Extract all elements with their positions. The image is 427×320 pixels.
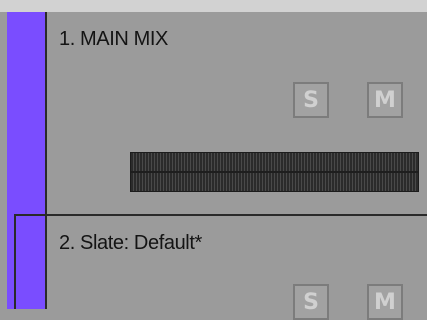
mute-button[interactable]: M — [367, 284, 403, 320]
track-lane-slate[interactable]: 2. Slate: Default* S M — [0, 214, 427, 320]
selection-outline — [14, 214, 16, 309]
track-header[interactable]: 2. Slate: Default* S M — [45, 214, 427, 320]
track-title: 1. MAIN MIX — [59, 28, 168, 50]
meter-divider — [131, 171, 418, 173]
track-separator — [14, 214, 427, 216]
track-title: 2. Slate: Default* — [59, 232, 202, 254]
top-strip — [0, 0, 427, 12]
track-color-strip[interactable] — [7, 214, 45, 309]
track-lane-main-mix[interactable]: 1. MAIN MIX S M — [0, 12, 427, 214]
level-meter — [130, 152, 419, 192]
track-header[interactable]: 1. MAIN MIX S M — [45, 12, 427, 214]
solo-button[interactable]: S — [293, 284, 329, 320]
track-color-strip[interactable] — [7, 12, 45, 214]
solo-button[interactable]: S — [293, 82, 329, 118]
mute-button[interactable]: M — [367, 82, 403, 118]
